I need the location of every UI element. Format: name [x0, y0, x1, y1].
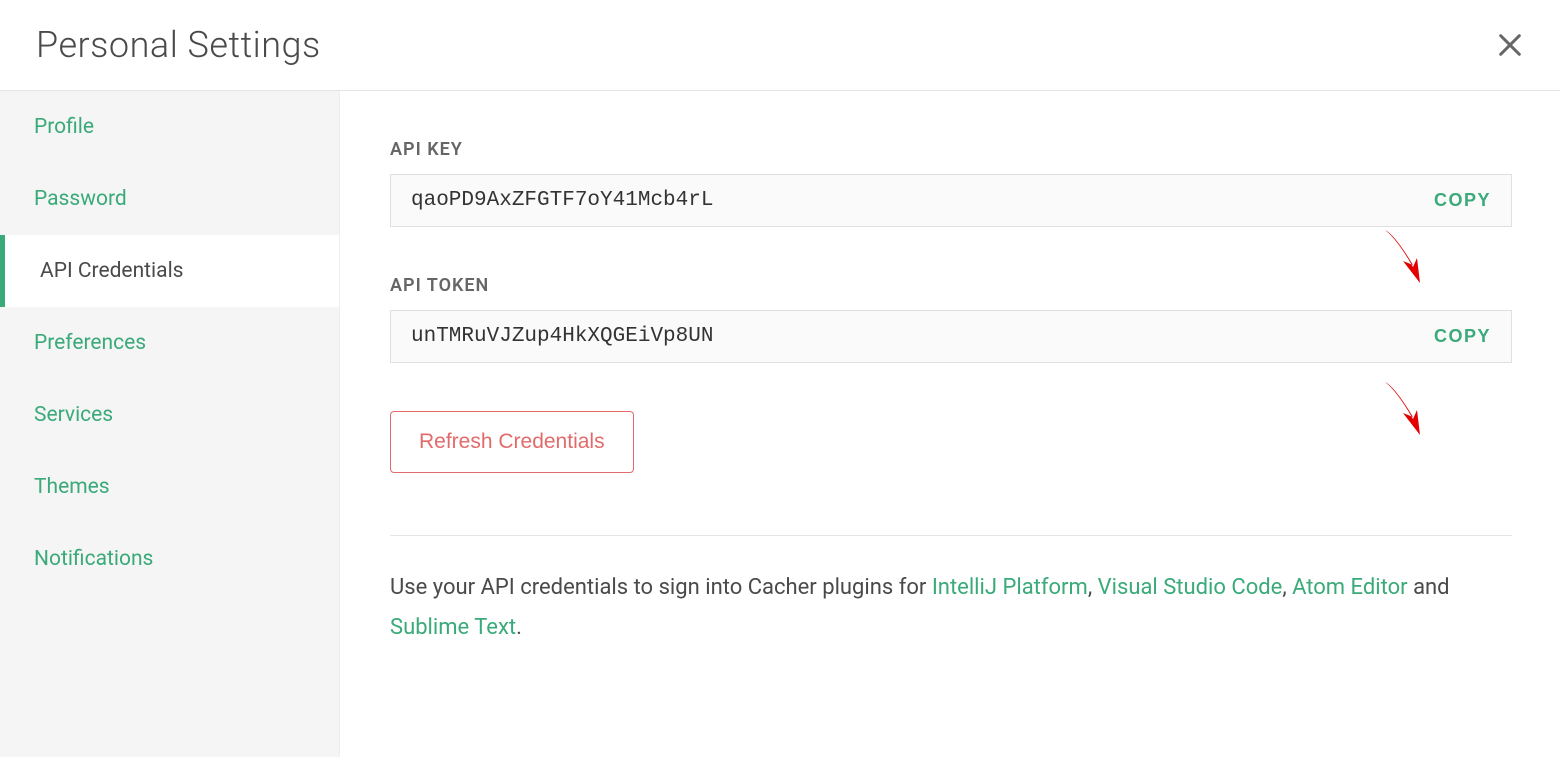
close-button[interactable]	[1496, 31, 1524, 59]
header: Personal Settings	[0, 0, 1560, 91]
api-key-label: API KEY	[390, 139, 1512, 160]
link-atom[interactable]: Atom Editor	[1292, 575, 1408, 600]
link-sublime[interactable]: Sublime Text	[390, 615, 516, 640]
sidebar-item-api-credentials[interactable]: API Credentials	[0, 235, 339, 307]
copy-api-key-button[interactable]: COPY	[1434, 190, 1491, 211]
api-token-value: unTMRuVJZup4HkXQGEiVp8UN	[411, 325, 713, 348]
refresh-credentials-button[interactable]: Refresh Credentials	[390, 411, 634, 473]
page-title: Personal Settings	[36, 24, 321, 66]
info-text: Use your API credentials to sign into Ca…	[390, 568, 1512, 647]
sidebar: Profile Password API Credentials Prefere…	[0, 91, 340, 757]
close-icon	[1496, 31, 1524, 59]
api-key-value: qaoPD9AxZFGTF7oY41Mcb4rL	[411, 189, 713, 212]
info-period: .	[516, 615, 522, 640]
info-prefix: Use your API credentials to sign into Ca…	[390, 575, 932, 600]
sidebar-item-services[interactable]: Services	[0, 379, 339, 451]
sidebar-item-preferences[interactable]: Preferences	[0, 307, 339, 379]
sidebar-item-password[interactable]: Password	[0, 163, 339, 235]
arrow-annotation-icon	[1375, 377, 1435, 447]
sep-comma-1: ,	[1088, 575, 1098, 600]
sep-and: and	[1408, 575, 1450, 600]
divider	[390, 535, 1512, 536]
copy-api-token-button[interactable]: COPY	[1434, 326, 1491, 347]
sidebar-item-notifications[interactable]: Notifications	[0, 523, 339, 595]
api-key-field: qaoPD9AxZFGTF7oY41Mcb4rL COPY	[390, 174, 1512, 227]
sidebar-item-themes[interactable]: Themes	[0, 451, 339, 523]
link-intellij[interactable]: IntelliJ Platform	[932, 575, 1088, 600]
link-vscode[interactable]: Visual Studio Code	[1098, 575, 1283, 600]
sep-comma-2: ,	[1282, 575, 1292, 600]
api-token-field: unTMRuVJZup4HkXQGEiVp8UN COPY	[390, 310, 1512, 363]
sidebar-item-profile[interactable]: Profile	[0, 91, 339, 163]
main-content: API KEY qaoPD9AxZFGTF7oY41Mcb4rL COPY AP…	[340, 91, 1560, 757]
api-token-label: API TOKEN	[390, 275, 1512, 296]
